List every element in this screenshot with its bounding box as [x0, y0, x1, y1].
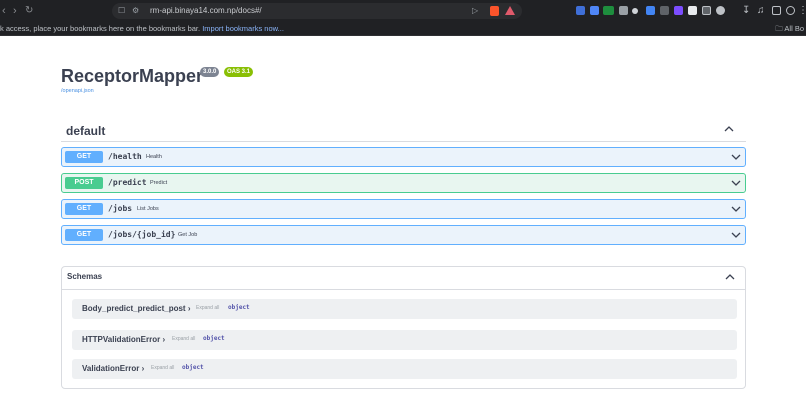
extension-icon[interactable]	[603, 6, 614, 15]
play-icon[interactable]: ▷	[472, 5, 478, 17]
profile-icon[interactable]	[786, 6, 795, 15]
chevron-up-icon[interactable]	[725, 272, 735, 282]
bookmarks-bar: k access, place your bookmarks here on t…	[0, 22, 806, 36]
extension-icon[interactable]	[702, 6, 711, 15]
bookmarks-hint: k access, place your bookmarks here on t…	[0, 24, 284, 34]
chevron-down-icon[interactable]	[731, 204, 741, 214]
oas-badge: OAS 3.1	[224, 67, 254, 77]
operation-path: /health	[108, 152, 142, 161]
operation-get-job[interactable]: GET /jobs/{job_id} Get Job	[61, 225, 746, 245]
expand-all-link[interactable]: Expand all	[196, 305, 219, 311]
section-title: default	[66, 124, 106, 138]
model-type: object	[182, 364, 204, 371]
operation-post-predict[interactable]: POST /predict Predict	[61, 173, 746, 193]
schema-model[interactable]: ValidationError › Expand all object	[72, 359, 737, 379]
folder-icon: 🗀	[775, 24, 783, 33]
expand-all-link[interactable]: Expand all	[172, 336, 195, 342]
extension-icon[interactable]	[646, 6, 655, 15]
operation-path: /jobs/{job_id}	[108, 230, 176, 239]
chevron-right-icon: ›	[141, 364, 145, 373]
chevron-down-icon[interactable]	[731, 230, 741, 240]
operation-summary: Predict	[150, 180, 168, 186]
all-bookmarks-button[interactable]: 🗀 All Bo	[775, 24, 804, 34]
import-bookmarks-link[interactable]: Import bookmarks now...	[202, 24, 284, 33]
model-name[interactable]: ValidationError ›	[82, 364, 144, 373]
extension-icon[interactable]	[660, 6, 669, 15]
operation-get-jobs[interactable]: GET /jobs List Jobs	[61, 199, 746, 219]
extension-icon[interactable]	[716, 6, 725, 15]
openapi-json-link[interactable]: /openapi.json	[61, 88, 94, 94]
method-badge: GET	[65, 229, 103, 241]
operation-summary: List Jobs	[137, 206, 159, 212]
extension-icon[interactable]	[632, 8, 638, 14]
reload-icon[interactable]: ↻	[25, 4, 33, 18]
operation-path: /predict	[108, 178, 147, 187]
tab-icon[interactable]	[772, 6, 781, 15]
method-badge: POST	[65, 177, 103, 189]
extension-icon[interactable]	[674, 6, 683, 15]
model-name[interactable]: Body_predict_predict_post ›	[82, 304, 190, 313]
model-name-text: Body_predict_predict_post	[82, 304, 186, 313]
extension-icon[interactable]	[619, 6, 628, 15]
expand-all-link[interactable]: Expand all	[151, 365, 174, 371]
extension-icon[interactable]	[688, 6, 697, 15]
operation-summary: Health	[146, 154, 162, 160]
model-name-text: ValidationError	[82, 364, 140, 373]
chevron-down-icon[interactable]	[731, 178, 741, 188]
model-type: object	[228, 304, 250, 311]
operation-get-health[interactable]: GET /health Health	[61, 147, 746, 167]
site-info-icon[interactable]: ⚙	[132, 5, 139, 17]
model-name[interactable]: HTTPValidationError ›	[82, 335, 165, 344]
all-bookmarks-label: All Bo	[784, 24, 804, 33]
bookmark-icon[interactable]: ☐	[118, 5, 125, 17]
schemas-section: Schemas Body_predict_predict_post › Expa…	[61, 266, 746, 389]
section-default-header[interactable]: default	[61, 122, 746, 142]
schema-model[interactable]: HTTPValidationError › Expand all object	[72, 330, 737, 350]
menu-icon[interactable]: ⋮	[798, 4, 806, 18]
browser-toolbar: ‹ › ↻ ☐ ⚙ rm-api.binaya14.com.np/docs#/ …	[0, 0, 806, 22]
operation-path: /jobs	[108, 204, 133, 213]
url-text[interactable]: rm-api.binaya14.com.np/docs#/	[150, 5, 262, 17]
schema-model[interactable]: Body_predict_predict_post › Expand all o…	[72, 299, 737, 319]
chevron-right-icon: ›	[187, 304, 191, 313]
rewards-icon[interactable]	[505, 6, 515, 15]
chevron-down-icon[interactable]	[731, 152, 741, 162]
method-badge: GET	[65, 203, 103, 215]
api-title: ReceptorMapper	[61, 66, 204, 86]
model-name-text: HTTPValidationError	[82, 335, 161, 344]
brave-shield-icon[interactable]	[490, 6, 499, 16]
divider	[62, 289, 745, 290]
download-icon[interactable]: ↧	[742, 4, 750, 18]
method-badge: GET	[65, 151, 103, 163]
chevron-up-icon[interactable]	[724, 124, 734, 134]
back-icon[interactable]: ‹	[2, 4, 6, 18]
extension-icon[interactable]	[590, 6, 599, 15]
operation-summary: Get Job	[178, 232, 198, 238]
swagger-page: ReceptorMapper 3.0.0 OAS 3.1 /openapi.js…	[0, 37, 806, 413]
model-type: object	[203, 335, 225, 342]
bookmarks-hint-text: k access, place your bookmarks here on t…	[0, 24, 201, 33]
music-icon[interactable]: ♫	[757, 4, 765, 18]
extension-icon[interactable]	[576, 6, 585, 15]
schemas-title[interactable]: Schemas	[67, 272, 102, 281]
version-badge: 3.0.0	[200, 67, 220, 77]
chevron-right-icon: ›	[162, 335, 166, 344]
address-bar[interactable]: ☐ ⚙ rm-api.binaya14.com.np/docs#/ ▷	[112, 3, 522, 19]
forward-icon[interactable]: ›	[13, 4, 17, 18]
